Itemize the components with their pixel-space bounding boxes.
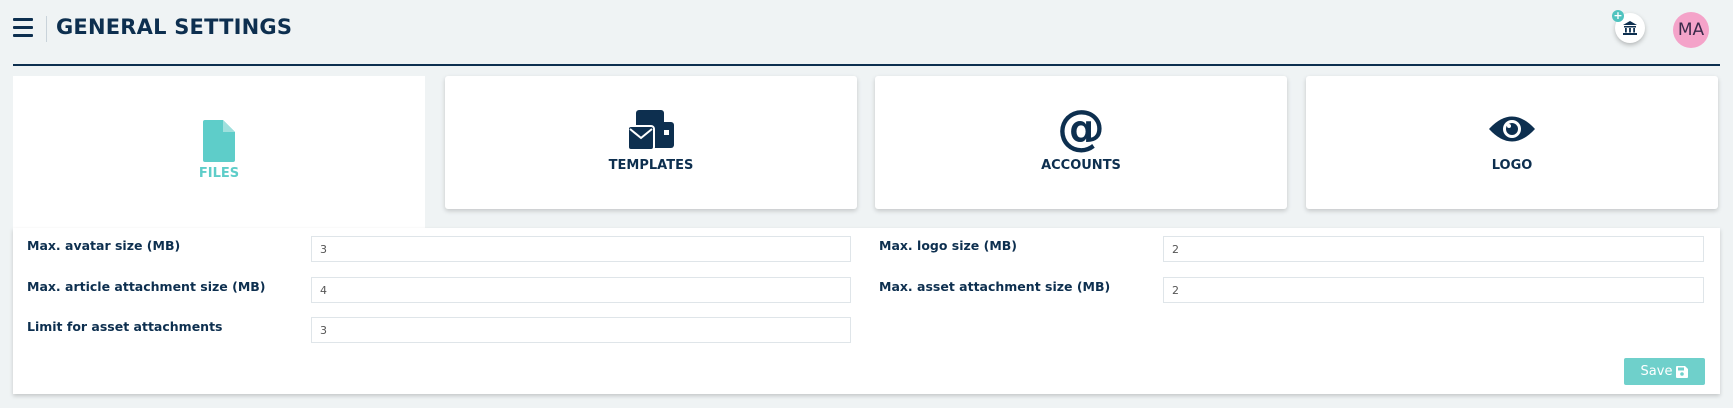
article-attachment-size-input[interactable] (311, 277, 851, 303)
tab-files[interactable]: FILES (13, 76, 425, 228)
tab-logo[interactable]: LOGO (1306, 76, 1718, 209)
save-button[interactable]: Save (1624, 358, 1705, 385)
envelopes-icon (628, 110, 674, 150)
tab-accounts[interactable]: @ ACCOUNTS (875, 76, 1287, 209)
article-attachment-size-label: Max. article attachment size (MB) (27, 279, 266, 294)
organization-button[interactable]: + (1612, 10, 1645, 43)
avatar-size-label: Max. avatar size (MB) (27, 238, 181, 253)
eye-icon (1489, 116, 1535, 142)
logo-size-input[interactable] (1163, 236, 1704, 262)
top-bar: GENERAL SETTINGS + MA (0, 0, 1733, 64)
logo-size-label: Max. logo size (MB) (879, 238, 1018, 253)
header-divider (46, 16, 47, 42)
tab-label: ACCOUNTS (1041, 158, 1121, 173)
hamburger-menu-icon[interactable] (13, 18, 33, 38)
tab-label: LOGO (1491, 158, 1533, 173)
at-icon: @ (1057, 100, 1105, 156)
tab-templates[interactable]: TEMPLATES (445, 76, 857, 209)
asset-attachment-size-input[interactable] (1163, 277, 1704, 303)
avatar-size-input[interactable] (311, 236, 851, 262)
tab-label: FILES (198, 166, 240, 181)
asset-attachment-limit-label: Limit for asset attachments (27, 319, 223, 334)
page-title: GENERAL SETTINGS (56, 15, 293, 39)
header-rule (13, 64, 1720, 66)
save-label: Save (1640, 364, 1673, 379)
tab-label: TEMPLATES (608, 158, 694, 173)
user-avatar[interactable]: MA (1673, 12, 1709, 48)
file-icon (203, 120, 235, 162)
floppy-disk-icon (1676, 365, 1689, 378)
asset-attachment-limit-input[interactable] (311, 317, 851, 343)
bank-icon (1623, 21, 1637, 35)
files-settings-panel: Max. avatar size (MB) Max. article attac… (13, 228, 1720, 394)
asset-attachment-size-label: Max. asset attachment size (MB) (879, 279, 1111, 294)
